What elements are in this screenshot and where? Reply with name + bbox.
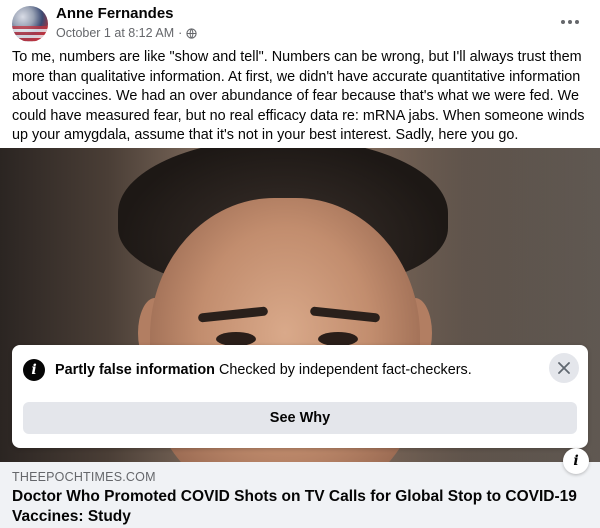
info-badge-icon[interactable]: i xyxy=(563,448,589,474)
author-name[interactable]: Anne Fernandes xyxy=(56,5,174,22)
meta-separator: · xyxy=(178,26,183,40)
link-title[interactable]: Doctor Who Promoted COVID Shots on TV Ca… xyxy=(12,487,592,527)
photo-eye-left xyxy=(216,332,256,346)
info-icon: i xyxy=(23,359,45,381)
photo-brow-right xyxy=(309,306,381,323)
author-avatar[interactable] xyxy=(12,6,48,42)
close-icon xyxy=(558,362,570,374)
close-button[interactable] xyxy=(549,353,579,383)
globe-icon xyxy=(186,27,197,39)
post-header: Anne Fernandes October 1 at 8:12 AM · xyxy=(0,0,600,44)
link-domain: THEEPOCHTIMES.COM xyxy=(12,470,156,484)
fact-check-overlay: i Partly false information Checked by in… xyxy=(12,345,588,448)
see-why-button[interactable]: See Why xyxy=(23,402,577,434)
fact-check-rating: Partly false information xyxy=(55,362,215,378)
ellipsis-icon[interactable] xyxy=(558,10,582,34)
photo-brow-left xyxy=(197,306,269,323)
fact-check-note: Checked by independent fact-checkers. xyxy=(218,362,472,378)
fact-check-label: Partly false information Checked by inde… xyxy=(55,362,472,378)
post-text: To me, numbers are like "show and tell".… xyxy=(12,49,585,143)
photo-eye-right xyxy=(318,332,358,346)
post-meta: October 1 at 8:12 AM · xyxy=(56,26,197,40)
post-timestamp[interactable]: October 1 at 8:12 AM xyxy=(56,26,174,40)
link-preview-card[interactable]: THEEPOCHTIMES.COM Doctor Who Promoted CO… xyxy=(0,462,600,528)
